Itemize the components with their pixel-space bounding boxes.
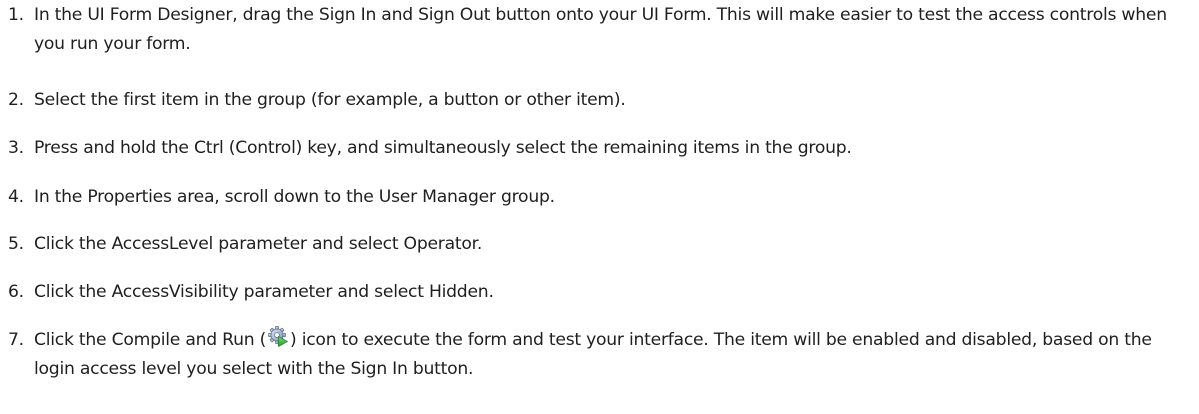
step-text: In the UI Form Designer, drag the Sign I… (34, 5, 1167, 54)
step-text: Click the AccessVisibility parameter and… (34, 282, 494, 302)
step-item: 4. In the Properties area, scroll down t… (8, 183, 1193, 212)
step-text: Click the Compile and Run () icon to ex… (34, 326, 1193, 384)
step-text-before-icon: Click the Compile and Run ( (34, 330, 267, 350)
step-item: 6. Click the AccessVisibility parameter … (8, 278, 1193, 307)
step-item: 1. In the UI Form Designer, drag the Sig… (8, 1, 1193, 59)
step-number: 7. (8, 330, 24, 350)
step-text: Press and hold the Ctrl (Control) key, a… (34, 138, 852, 158)
step-item: 7. Click the Compile and Run () icon to… (8, 326, 1193, 384)
step-number: 2. (8, 90, 24, 110)
instruction-steps-list: 1. In the UI Form Designer, drag the Sig… (0, 0, 1199, 414)
step-number: 6. (8, 282, 24, 302)
step-item: 2. Select the first item in the group (f… (8, 86, 1193, 115)
step-number: 1. (8, 5, 24, 25)
step-number: 5. (8, 234, 24, 254)
step-item: 5. Click the AccessLevel parameter and s… (8, 230, 1193, 259)
compile-and-run-icon (267, 326, 289, 348)
step-number: 3. (8, 138, 24, 158)
step-number: 4. (8, 187, 24, 207)
step-text: Select the first item in the group (for … (34, 90, 626, 110)
step-text: In the Properties area, scroll down to t… (34, 187, 555, 207)
step-text: Click the AccessLevel parameter and sele… (34, 234, 483, 254)
step-item: 3. Press and hold the Ctrl (Control) key… (8, 134, 1193, 163)
